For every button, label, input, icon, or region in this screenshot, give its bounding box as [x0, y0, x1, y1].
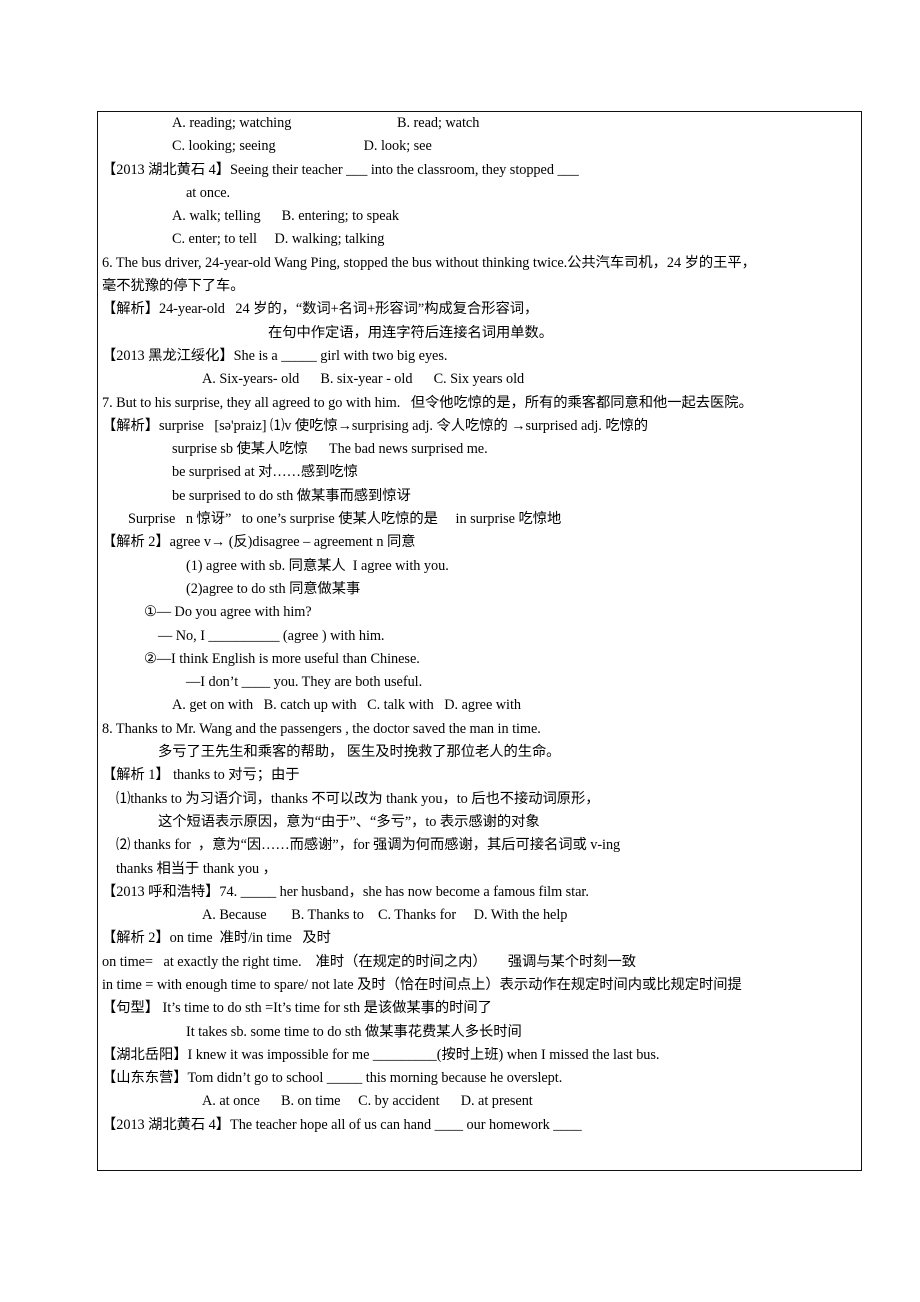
text-line: 7. But to his surprise, they all agreed … — [102, 394, 753, 411]
text-line: 【解析】24-year-old 24 岁的，“数词+名词+形容词”构成复合形容词… — [102, 301, 539, 318]
text-line: 6. The bus driver, 24-year-old Wang Ping… — [102, 254, 756, 271]
text-line: (1) agree with sb. 同意某人 I agree with you… — [186, 557, 449, 574]
text-line: 【解析 2】on time 准时/in time 及时 — [102, 930, 331, 947]
text-line: be surprised to do sth 做某事而感到惊讶 — [172, 487, 411, 504]
text-line: 【山东东营】Tom didn’t go to school _____ this… — [102, 1070, 563, 1087]
text-line: A. reading; watching B. read; watch — [172, 115, 480, 131]
text-line: be surprised at 对……感到吃惊 — [172, 464, 358, 481]
text-line: 【湖北岳阳】I knew it was impossible for me __… — [102, 1046, 660, 1063]
text-line: 【2013 呼和浩特】74. _____ her husband，she has… — [102, 883, 589, 900]
text-line: on time= at exactly the right time. 准时（在… — [102, 953, 636, 970]
document-page-frame: A. reading; watching B. read; watch C. l… — [97, 111, 862, 1171]
text-line: A. at once B. on time C. by accident D. … — [202, 1093, 533, 1110]
text-line: C. enter; to tell D. walking; talking — [172, 231, 385, 248]
text-line: 【句型】 It’s time to do sth =It’s time for … — [102, 1000, 492, 1017]
text-line: 【2013 湖北黄石 4】The teacher hope all of us … — [102, 1116, 582, 1133]
text-line: A. Six-years- old B. six-year - old C. S… — [202, 371, 525, 388]
text-line: 【解析 1】 thanks to 对亏；由于 — [102, 767, 300, 784]
text-line: at once. — [186, 184, 231, 201]
text-line: thanks 相当于 thank you ， — [116, 860, 277, 877]
text-line: 在句中作定语，用连字符后连接名词用单数。 — [268, 324, 553, 341]
text-line: 这个短语表示原因，意为“由于”、“多亏”，to 表示感谢的对象 — [158, 813, 540, 830]
text-line: Surprise n 惊讶” to one’s surprise 使某人吃惊的是… — [128, 511, 562, 528]
text-line: ⑵ thanks for ，意为“因……而感谢”，for 强调为何而感谢，其后可… — [116, 837, 621, 854]
text-line: 【2013 黑龙江绥化】She is a _____ girl with two… — [102, 347, 448, 364]
text-line: in time = with enough time to spare/ not… — [102, 976, 742, 993]
text-line: 多亏了王先生和乘客的帮助， 医生及时挽救了那位老人的生命。 — [158, 744, 561, 761]
text-line: It takes sb. some time to do sth 做某事花费某人… — [186, 1023, 522, 1040]
text-line: ①— Do you agree with him? — [144, 604, 312, 621]
text-line: A. Because B. Thanks to C. Thanks for D.… — [202, 907, 568, 924]
text-line: 【解析 2】agree v→ (反)disagree – agreement n… — [102, 534, 416, 551]
text-line: A. walk; telling B. entering; to speak — [172, 208, 399, 225]
text-line: 8. Thanks to Mr. Wang and the passengers… — [102, 720, 541, 737]
text-line: ②—I think English is more useful than Ch… — [144, 650, 420, 667]
text-line: surprise sb 使某人吃惊 The bad news surprised… — [172, 441, 488, 458]
text-line: (2)agree to do sth 同意做某事 — [186, 580, 361, 597]
text-line: A. get on with B. catch up with C. talk … — [172, 697, 522, 714]
text-line: 【解析】surprise [sə'praiz] ⑴v 使吃惊→surprisin… — [102, 417, 649, 434]
text-line: ⑴thanks to 为习语介词，thanks 不可以改为 thank you，… — [116, 790, 600, 807]
document-body: A. reading; watching B. read; watch C. l… — [98, 112, 861, 1137]
text-line: —I don’t ____ you. They are both useful. — [186, 674, 423, 691]
text-line: 【2013 湖北黄石 4】Seeing their teacher ___ in… — [102, 161, 579, 178]
text-line: 毫不犹豫的停下了车。 — [102, 278, 245, 295]
text-line: C. looking; seeing D. look; see — [172, 138, 432, 155]
text-line: — No, I __________ (agree ) with him. — [158, 627, 385, 644]
